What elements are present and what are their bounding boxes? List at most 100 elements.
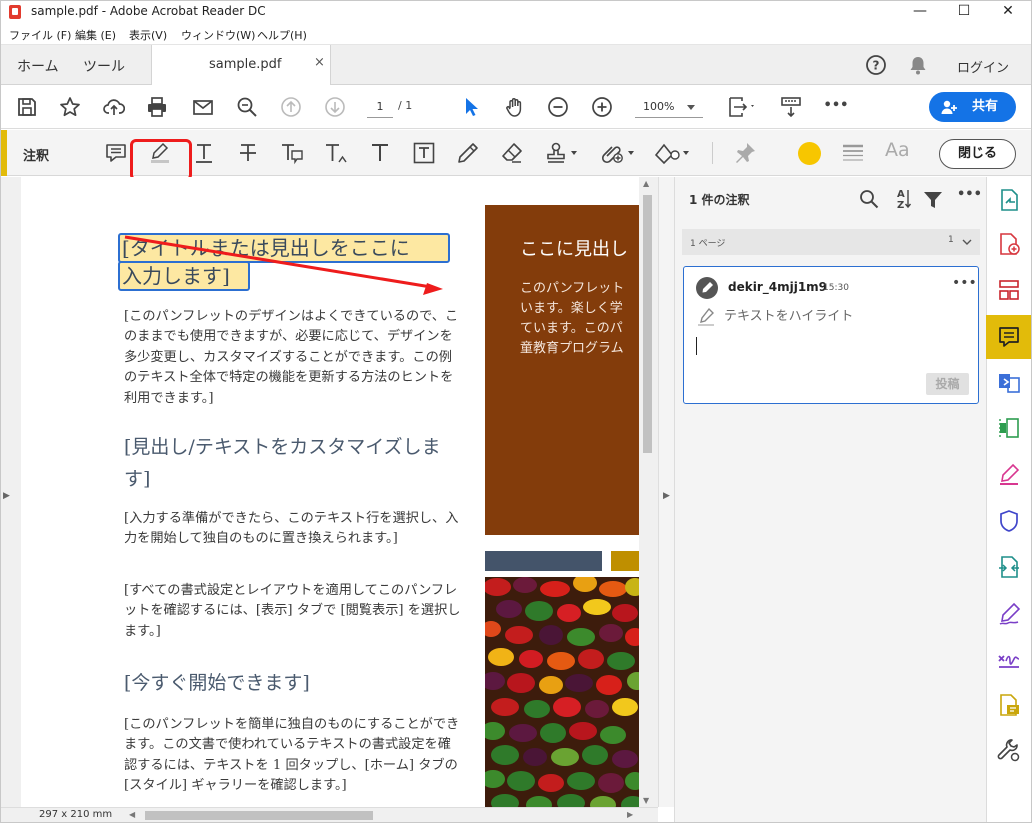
search-icon[interactable] — [859, 189, 879, 209]
post-button[interactable]: 投稿 — [926, 373, 969, 395]
export-pdf-icon[interactable] — [996, 187, 1022, 213]
help-icon[interactable]: ? — [865, 54, 887, 76]
login-link[interactable]: ログイン — [957, 57, 1009, 76]
sidebar-text: このパンフレット います。楽しく学 ています。このパ 童教育プログラム — [520, 279, 639, 359]
avatar — [696, 277, 718, 299]
comment-tool-icon[interactable] — [996, 324, 1022, 350]
add-text-icon[interactable] — [368, 141, 392, 165]
page-heading: [見出し/テキストをカスタマイズします] — [124, 436, 441, 490]
print-icon[interactable] — [145, 95, 169, 119]
next-page-icon[interactable] — [323, 95, 347, 119]
acrobat-app-icon — [9, 5, 21, 19]
tab-close-icon[interactable]: × — [314, 55, 325, 70]
sign-pen-icon[interactable] — [996, 601, 1022, 627]
comment-more-icon[interactable]: ••• — [952, 275, 977, 291]
right-panel-toggle[interactable]: ▶ — [658, 177, 674, 807]
page-paragraph: [入力する準備ができたら、このテキスト行を選択し、入力を開始して独自のものに置き… — [124, 511, 459, 547]
shapes-icon[interactable] — [653, 141, 693, 165]
document-vertical-scrollbar[interactable]: ▲ ▼ — [639, 177, 656, 807]
minimize-button[interactable]: — — [897, 1, 943, 23]
more-tools-wrench-icon[interactable] — [996, 738, 1022, 764]
scroll-left-icon[interactable]: ◀ — [129, 810, 135, 819]
attach-file-icon[interactable] — [598, 141, 638, 165]
reply-input-caret[interactable] — [696, 337, 697, 355]
pin-icon[interactable] — [733, 141, 757, 165]
edit-pdf-comment-icon[interactable] — [996, 692, 1022, 718]
page-heading: [今すぐ開始できます] — [124, 672, 310, 694]
scroll-thumb[interactable] — [145, 811, 373, 820]
eraser-icon[interactable] — [500, 141, 524, 165]
svg-text:?: ? — [873, 59, 880, 73]
text-properties-icon[interactable]: Aa — [885, 139, 910, 161]
underline-text-icon[interactable] — [192, 141, 216, 165]
replace-text-icon[interactable] — [280, 141, 304, 165]
menu-edit[interactable]: 編集 (E) — [75, 27, 116, 43]
compress-pdf-icon[interactable] — [996, 415, 1022, 441]
zoom-level-dropdown[interactable]: 100% — [635, 96, 703, 118]
comment-time: 15:30 — [823, 283, 849, 293]
page-size-label: 297 x 210 mm — [39, 809, 113, 820]
left-panel-toggle-icon[interactable]: ▶ — [3, 491, 10, 501]
send-for-review-icon[interactable] — [996, 554, 1022, 580]
menu-view[interactable]: 表示(V) — [129, 27, 167, 43]
share-button[interactable]: 共有 — [929, 92, 1016, 122]
page-fit-icon[interactable] — [725, 95, 759, 119]
filter-icon[interactable] — [923, 190, 943, 210]
maximize-button[interactable]: ☐ — [941, 1, 987, 23]
text-box-icon[interactable] — [412, 141, 436, 165]
comment-card[interactable]: dekir_4mjj1m9 15:30 ••• テキストをハイライト 投稿 — [683, 266, 979, 404]
insert-text-icon[interactable] — [324, 141, 348, 165]
zoom-search-icon[interactable] — [235, 95, 259, 119]
color-picker[interactable] — [798, 142, 821, 165]
menu-file[interactable]: ファイル (F) — [9, 27, 71, 43]
scroll-up-icon[interactable]: ▲ — [643, 179, 649, 188]
document-horizontal-scrollbar[interactable] — [143, 809, 633, 821]
zoom-in-icon[interactable] — [590, 95, 614, 119]
sidebar-text-line: います。楽しく学 — [520, 301, 623, 316]
zoom-out-icon[interactable] — [546, 95, 570, 119]
combine-files-icon[interactable] — [996, 369, 1022, 395]
save-icon[interactable] — [15, 95, 39, 119]
strikethrough-text-icon[interactable] — [236, 141, 260, 165]
comments-panel: 1 件の注釈 AZ ••• 1 ページ 1 dekir_4mjj1m9 15:3… — [674, 177, 986, 822]
more-options-icon[interactable]: ••• — [957, 187, 982, 202]
more-tools-icon[interactable]: ••• — [824, 93, 849, 117]
stamp-icon[interactable] — [544, 141, 580, 165]
fill-sign-icon[interactable] — [996, 461, 1022, 487]
scroll-down-icon[interactable]: ▼ — [643, 796, 649, 805]
previous-page-icon[interactable] — [279, 95, 303, 119]
decorative-bar — [485, 551, 602, 571]
page-number-input[interactable]: 1 — [367, 96, 393, 118]
sort-az-icon[interactable]: AZ — [893, 187, 913, 211]
sidebar-text-line: 童教育プログラム — [520, 341, 624, 356]
notification-bell-icon[interactable] — [907, 54, 929, 76]
tab-document[interactable]: sample.pdf × — [151, 45, 331, 85]
menu-help[interactable]: ヘルプ(H) — [257, 27, 307, 43]
menu-window[interactable]: ウィンドウ(W) — [181, 27, 255, 43]
tab-home[interactable]: ホーム — [17, 56, 59, 76]
tools-rail — [986, 177, 1031, 822]
close-comment-button[interactable]: 閉じる — [939, 139, 1016, 169]
sidebar-text-line: このパンフレット — [520, 281, 625, 296]
email-icon[interactable] — [191, 95, 215, 119]
close-window-button[interactable]: ✕ — [985, 1, 1031, 23]
sticky-note-icon[interactable] — [104, 141, 128, 165]
upload-cloud-icon[interactable] — [102, 95, 126, 119]
hand-tool-icon[interactable] — [503, 95, 527, 119]
tab-tools[interactable]: ツール — [83, 56, 125, 76]
comment-page-group[interactable]: 1 ページ 1 — [682, 229, 980, 255]
pencil-draw-icon[interactable] — [456, 141, 480, 165]
decorative-bar — [611, 551, 639, 571]
select-cursor-icon[interactable] — [459, 95, 483, 119]
create-pdf-icon[interactable] — [996, 231, 1022, 257]
protect-shield-icon[interactable] — [996, 508, 1022, 534]
scroll-thumb[interactable] — [643, 195, 652, 453]
svg-text:Z: Z — [897, 200, 904, 211]
bookmark-star-icon[interactable] — [58, 95, 82, 119]
request-signature-icon[interactable] — [996, 647, 1022, 673]
line-style-icon[interactable] — [841, 141, 865, 165]
page-paragraph: [このパンフレットのデザインはよくできているので、このままでも使用できますが、必… — [124, 309, 459, 406]
scroll-mode-icon[interactable] — [779, 95, 803, 119]
window-title: sample.pdf - Adobe Acrobat Reader DC — [31, 4, 266, 18]
organize-pages-icon[interactable] — [996, 277, 1022, 303]
